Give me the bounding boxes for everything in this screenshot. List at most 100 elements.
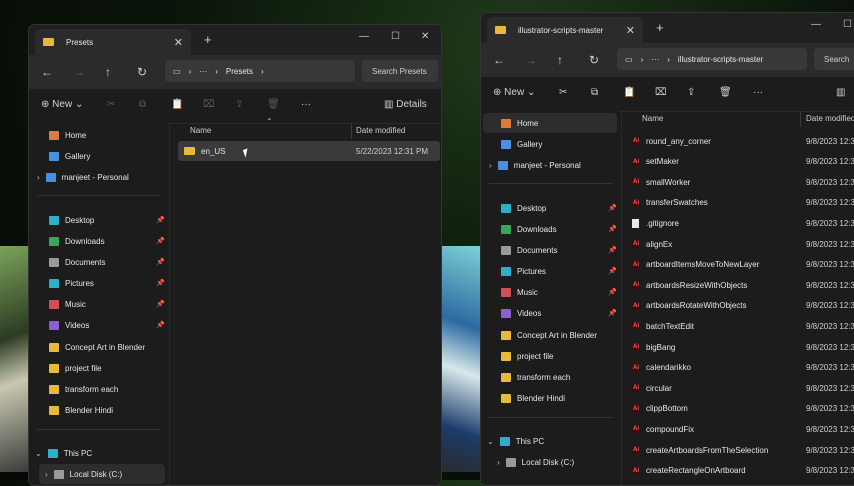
table-row[interactable]: Ai artboardItemsMoveToNewLayer 9/8/2023 12… [632, 255, 854, 275]
minimize-icon[interactable]: — [811, 19, 821, 30]
table-row[interactable]: Ai bigBang 9/8/2023 12:36 [632, 337, 854, 357]
pin-icon[interactable]: 📌 [156, 216, 165, 224]
table-row[interactable]: Ai compoundFix 9/8/2023 12:36 [632, 419, 854, 439]
column-header-date-modified[interactable]: Date modified [806, 114, 854, 123]
table-row[interactable]: Ai artboardsResizeWithObjects 9/8/2023 12:… [632, 275, 854, 295]
pin-icon[interactable]: 📌 [156, 279, 165, 287]
copy-icon[interactable]: ⧉ [139, 99, 146, 110]
chevron-right-icon[interactable]: › [37, 173, 40, 182]
delete-icon[interactable]: 🗑 [719, 87, 732, 98]
pin-icon[interactable]: 📌 [156, 321, 165, 329]
rename-icon[interactable]: ⌧ [655, 87, 667, 98]
pin-icon[interactable]: 📌 [156, 237, 165, 245]
sidebar-item-blender-hindi[interactable]: Blender Hindi [49, 400, 165, 420]
table-row[interactable]: Ai createArtboardsFromTheSelection 9/8/202… [632, 440, 854, 460]
table-row[interactable]: Ai circular 9/8/2023 12:36 [632, 378, 854, 398]
sidebar-item-downloads[interactable]: Downloads 📌 [501, 219, 617, 239]
more-icon[interactable]: ··· [199, 67, 207, 76]
sidebar-item-pictures[interactable]: Pictures 📌 [49, 273, 165, 293]
sidebar-item-music[interactable]: Music 📌 [501, 282, 617, 302]
sidebar-item-project-file[interactable]: project file [49, 358, 165, 378]
sidebar-item-this-pc[interactable]: ⌄ This PC [35, 443, 161, 463]
pin-icon[interactable]: 📌 [608, 204, 617, 212]
maximize-icon[interactable]: ☐ [391, 31, 400, 42]
sidebar-item-gallery[interactable]: Gallery [49, 146, 161, 166]
more-options-icon[interactable]: ··· [301, 99, 311, 110]
table-row[interactable]: .gitignore 9/8/2023 12:36 [632, 213, 854, 233]
details-button[interactable]: ▥ Details [384, 99, 427, 110]
table-row[interactable]: Ai transferSwatches 9/8/2023 12:36 [632, 193, 854, 213]
sidebar-item-gallery[interactable]: Gallery [501, 134, 613, 154]
sidebar-item-concept-art[interactable]: Concept Art in Blender [501, 325, 617, 345]
pin-icon[interactable]: 📌 [156, 258, 165, 266]
refresh-icon[interactable]: ↻ [589, 53, 599, 67]
table-row[interactable]: Ai alignEx 9/8/2023 12:36 [632, 234, 854, 254]
close-tab-icon[interactable]: ✕ [174, 36, 183, 49]
table-row[interactable]: Ai smallWorker 9/8/2023 12:36 [632, 172, 854, 192]
more-options-icon[interactable]: ··· [753, 87, 763, 98]
back-icon[interactable]: ← [493, 53, 505, 67]
table-row[interactable]: Ai clippBottom 9/8/2023 12:36 [632, 399, 854, 419]
close-tab-icon[interactable]: ✕ [626, 24, 635, 37]
chevron-right-icon[interactable]: › [497, 458, 500, 467]
table-row[interactable]: Ai round_any_corner 9/8/2023 12:36 [632, 131, 854, 151]
sidebar-item-desktop[interactable]: Desktop 📌 [49, 210, 165, 230]
minimize-icon[interactable]: — [359, 31, 369, 42]
sidebar-item-videos[interactable]: Videos 📌 [49, 315, 165, 335]
file-row-en-us[interactable]: en_US 5/22/2023 12:31 PM [178, 141, 440, 161]
more-icon[interactable]: ··· [651, 55, 659, 64]
breadcrumb-presets[interactable]: Presets [226, 67, 253, 76]
tab-presets[interactable]: Presets ✕ [35, 29, 191, 55]
table-row[interactable]: Ai batchTextEdit 9/8/2023 12:36 [632, 316, 854, 336]
sidebar-item-home[interactable]: Home [49, 125, 161, 145]
share-icon[interactable]: ⇪ [687, 87, 695, 98]
maximize-icon[interactable]: ☐ [843, 19, 852, 30]
table-row[interactable]: Ai artboardsRotateWithObjects 9/8/2023 12:… [632, 296, 854, 316]
new-button[interactable]: ⊕ New ⌄ [493, 87, 535, 98]
cut-icon[interactable]: ✂ [559, 87, 567, 98]
sidebar-item-onedrive[interactable]: › manjeet - Personal [489, 155, 613, 175]
share-icon[interactable]: ⇪ [235, 99, 243, 110]
delete-icon[interactable]: 🗑 [267, 99, 280, 110]
paste-icon[interactable]: 📋 [171, 99, 183, 110]
sidebar-item-downloads[interactable]: Downloads 📌 [49, 231, 165, 251]
up-icon[interactable]: ↑ [105, 65, 111, 79]
sidebar-item-local-disk[interactable]: › Local Disk (C:) [491, 452, 617, 472]
sidebar-item-desktop[interactable]: Desktop 📌 [501, 198, 617, 218]
up-icon[interactable]: ↑ [557, 53, 563, 67]
search-input[interactable]: Search Presets [362, 60, 438, 82]
sidebar-item-pictures[interactable]: Pictures 📌 [501, 261, 617, 281]
column-divider[interactable] [351, 123, 352, 139]
details-pane-icon[interactable]: ▥ [836, 87, 845, 98]
sidebar-item-home[interactable]: Home [483, 113, 617, 133]
chevron-right-icon[interactable]: › [489, 161, 492, 170]
column-header-name[interactable]: Name [642, 114, 663, 123]
new-tab-icon[interactable]: + [656, 20, 664, 35]
pin-icon[interactable]: 📌 [156, 300, 165, 308]
sidebar-item-transform-each[interactable]: transform each [501, 367, 617, 387]
table-row[interactable]: Ai setMaker 9/8/2023 12:36 [632, 152, 854, 172]
sidebar-item-this-pc[interactable]: ⌄ This PC [487, 431, 613, 451]
column-header-date-modified[interactable]: Date modified [356, 126, 405, 135]
sidebar-item-documents[interactable]: Documents 📌 [501, 240, 617, 260]
search-input[interactable]: Search [814, 48, 854, 70]
rename-icon[interactable]: ⌧ [203, 99, 215, 110]
chevron-down-icon[interactable]: ⌄ [487, 437, 494, 446]
copy-icon[interactable]: ⧉ [591, 87, 598, 98]
pin-icon[interactable]: 📌 [608, 225, 617, 233]
sidebar-item-transform-each[interactable]: transform each [49, 379, 165, 399]
new-tab-icon[interactable]: + [204, 32, 212, 47]
sidebar-item-project-file[interactable]: project file [501, 346, 617, 366]
pin-icon[interactable]: 📌 [608, 288, 617, 296]
new-button[interactable]: ⊕ New ⌄ [41, 99, 83, 110]
breadcrumb-illustrator-scripts-master[interactable]: illustrator-scripts-master [678, 55, 763, 64]
sidebar-item-documents[interactable]: Documents 📌 [49, 252, 165, 272]
forward-icon[interactable]: → [525, 53, 537, 67]
cut-icon[interactable]: ✂ [107, 99, 115, 110]
sidebar-item-blender-hindi[interactable]: Blender Hindi [501, 388, 617, 408]
table-row[interactable]: Ai createRectangleOnArtboard 9/8/2023 12:3… [632, 461, 854, 481]
sidebar-item-concept-art[interactable]: Concept Art in Blender [49, 337, 165, 357]
sidebar-item-videos[interactable]: Videos 📌 [501, 303, 617, 323]
back-icon[interactable]: ← [41, 65, 53, 79]
column-header-name[interactable]: Name [190, 126, 211, 135]
